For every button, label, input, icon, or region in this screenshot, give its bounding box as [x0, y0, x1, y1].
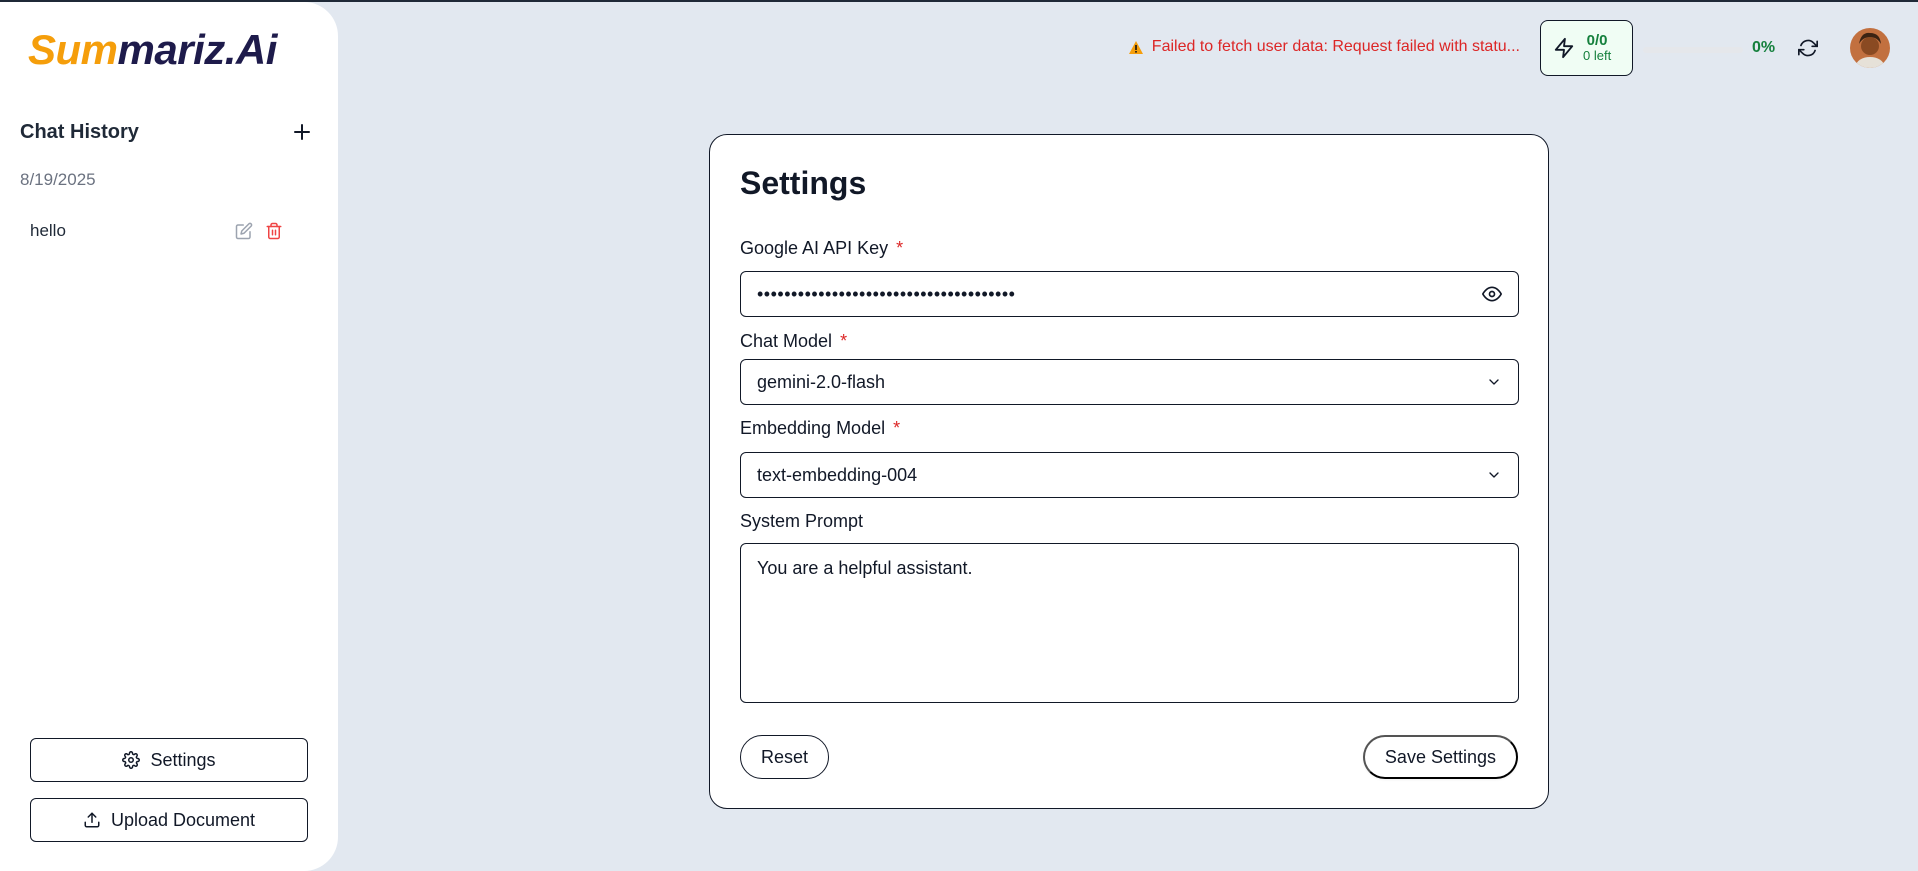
- chat-history-item[interactable]: hello: [20, 214, 292, 248]
- upload-document-button[interactable]: Upload Document: [30, 798, 308, 842]
- upload-button-label: Upload Document: [110, 809, 256, 830]
- toggle-visibility-button[interactable]: [1482, 284, 1502, 304]
- refresh-button[interactable]: [1796, 36, 1820, 60]
- required-marker: *: [893, 418, 901, 438]
- upload-icon: [84, 812, 100, 828]
- credits-left: 0 left: [1583, 48, 1612, 64]
- chat-model-value: gemini-2.0-flash: [757, 371, 886, 392]
- reset-button[interactable]: Reset: [740, 735, 829, 779]
- system-prompt-textarea[interactable]: You are a helpful assistant.: [740, 543, 1519, 703]
- chevron-down-icon: [1489, 472, 1499, 478]
- required-marker: *: [896, 238, 904, 258]
- chat-model-select[interactable]: gemini-2.0-flash: [740, 359, 1519, 405]
- chat-item-actions: [234, 221, 284, 241]
- api-key-label-text: Google AI API Key: [740, 238, 889, 258]
- embedding-model-label-text: Embedding Model: [740, 418, 886, 438]
- settings-button[interactable]: Settings: [30, 738, 308, 782]
- error-text: Failed to fetch user data: Request faile…: [1151, 38, 1520, 55]
- new-chat-button[interactable]: [290, 120, 314, 144]
- usage-percent: 0%: [1752, 39, 1776, 56]
- settings-card: Settings Google AI API Key * ••••••••••••…: [709, 134, 1549, 809]
- warning-icon: [1128, 40, 1143, 54]
- chat-date-group: 8/19/2025: [20, 170, 96, 189]
- chat-item-label: hello: [30, 221, 66, 240]
- api-key-input[interactable]: ••••••••••••••••••••••••••••••••••••••: [740, 271, 1519, 317]
- system-prompt-label: System Prompt: [740, 511, 864, 531]
- edit-icon: [235, 222, 253, 240]
- embedding-model-value: text-embedding-004: [757, 464, 918, 485]
- avatar-image: [1850, 28, 1890, 68]
- chat-model-label-text: Chat Model: [740, 331, 833, 351]
- trash-icon: [266, 222, 282, 240]
- brand-logo[interactable]: Summariz.Ai: [28, 26, 277, 74]
- logo-text-accent: Sum: [28, 26, 118, 73]
- embedding-model-label: Embedding Model *: [740, 418, 900, 439]
- refresh-icon: [1798, 39, 1818, 57]
- settings-button-label: Settings: [150, 749, 216, 770]
- chevron-down-icon: [1489, 379, 1499, 385]
- credits-indicator[interactable]: 0/0 0 left: [1540, 20, 1633, 76]
- embedding-model-select[interactable]: text-embedding-004: [740, 452, 1519, 498]
- page-title: Settings: [740, 165, 867, 201]
- credits-count: 0/0: [1586, 31, 1608, 49]
- chat-history-header: Chat History: [20, 120, 314, 144]
- usage-progress-bar: [1643, 47, 1743, 53]
- edit-chat-button[interactable]: [234, 221, 254, 241]
- plus-icon: [294, 124, 310, 140]
- api-key-label: Google AI API Key *: [740, 238, 903, 259]
- logo-text-dark: mariz.Ai: [117, 26, 278, 73]
- gear-icon: [122, 751, 141, 769]
- user-avatar[interactable]: [1850, 28, 1890, 68]
- chat-history-title: Chat History: [20, 120, 139, 143]
- api-key-value: ••••••••••••••••••••••••••••••••••••••: [757, 283, 1016, 304]
- chat-model-label: Chat Model *: [740, 331, 847, 352]
- sidebar: Summariz.Ai Chat History 8/19/2025 hello…: [0, 2, 338, 871]
- credits-text: 0/0 0 left: [1583, 32, 1611, 64]
- required-marker: *: [840, 331, 848, 351]
- delete-chat-button[interactable]: [264, 221, 284, 241]
- error-message: Failed to fetch user data: Request faile…: [1128, 38, 1520, 56]
- lightning-icon: [1554, 37, 1574, 59]
- save-settings-button[interactable]: Save Settings: [1362, 735, 1518, 779]
- eye-icon: [1482, 286, 1502, 302]
